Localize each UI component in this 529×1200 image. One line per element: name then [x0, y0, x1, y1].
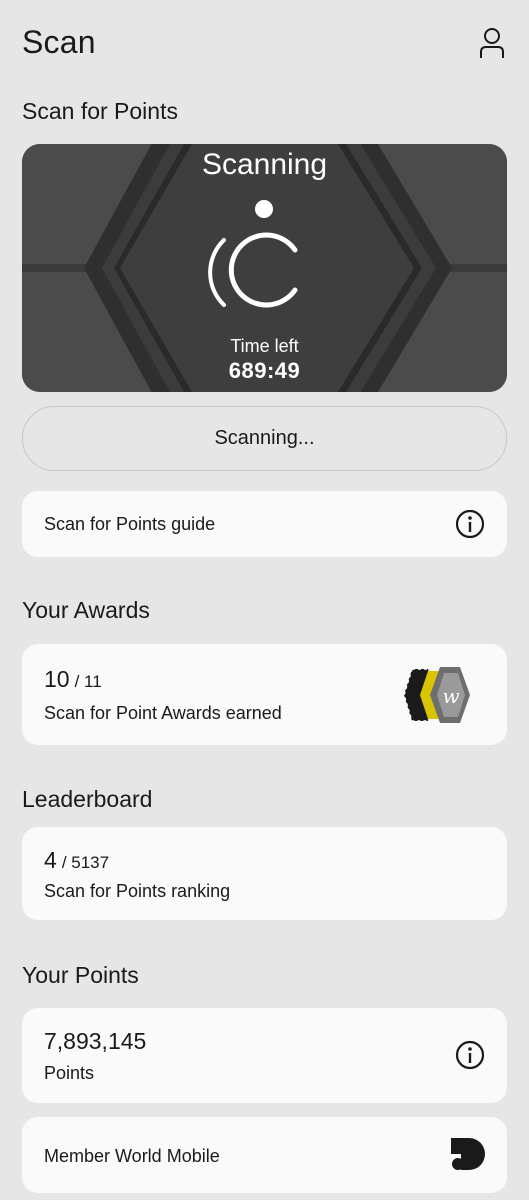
- leaderboard-label: Scan for Points ranking: [44, 881, 231, 901]
- time-left-label: Time left: [230, 336, 299, 356]
- points-card[interactable]: 7,893,145 Points: [22, 1008, 507, 1103]
- leaderboard-rank-line: 4 / 5137: [44, 847, 109, 874]
- info-icon[interactable]: [455, 1040, 485, 1070]
- time-left-value: 689:49: [228, 358, 301, 383]
- scanning-button[interactable]: Scanning...: [22, 406, 507, 471]
- scan-status: Scanning: [201, 148, 328, 181]
- scanning-spinner-icon: [208, 200, 298, 308]
- points-value: 7,893,145: [44, 1028, 147, 1054]
- points-section-title: Your Points: [22, 962, 139, 988]
- leaderboard-card[interactable]: 4 / 5137 Scan for Points ranking: [22, 827, 507, 920]
- points-label: Points: [44, 1063, 95, 1083]
- world-mobile-logo-icon: [451, 1138, 485, 1170]
- leaderboard-section-title: Leaderboard: [22, 786, 153, 812]
- user-icon: [480, 28, 504, 58]
- awards-earned: 10: [44, 666, 70, 692]
- member-card[interactable]: Member World Mobile: [22, 1117, 507, 1193]
- guide-card[interactable]: Scan for Points guide: [22, 491, 507, 557]
- awards-section-title: Your Awards: [22, 597, 150, 623]
- info-icon[interactable]: [455, 509, 485, 539]
- awards-label: Scan for Point Awards earned: [44, 703, 282, 723]
- header: Scan: [22, 22, 507, 66]
- member-label: Member World Mobile: [44, 1146, 220, 1166]
- awards-count: 10 / 11: [44, 666, 102, 693]
- awards-total: / 11: [74, 672, 102, 691]
- page-title: Scan: [22, 24, 96, 60]
- awards-card[interactable]: 10 / 11 Scan for Point Awards earned w: [22, 644, 507, 745]
- leaderboard-rank: 4: [44, 847, 57, 873]
- guide-label: Scan for Points guide: [44, 514, 216, 534]
- leaderboard-total: / 5137: [61, 853, 110, 872]
- svg-text:w: w: [442, 684, 459, 708]
- award-badges-icon: w: [403, 667, 470, 723]
- profile-button[interactable]: [477, 26, 507, 60]
- scan-section-title: Scan for Points: [22, 98, 178, 124]
